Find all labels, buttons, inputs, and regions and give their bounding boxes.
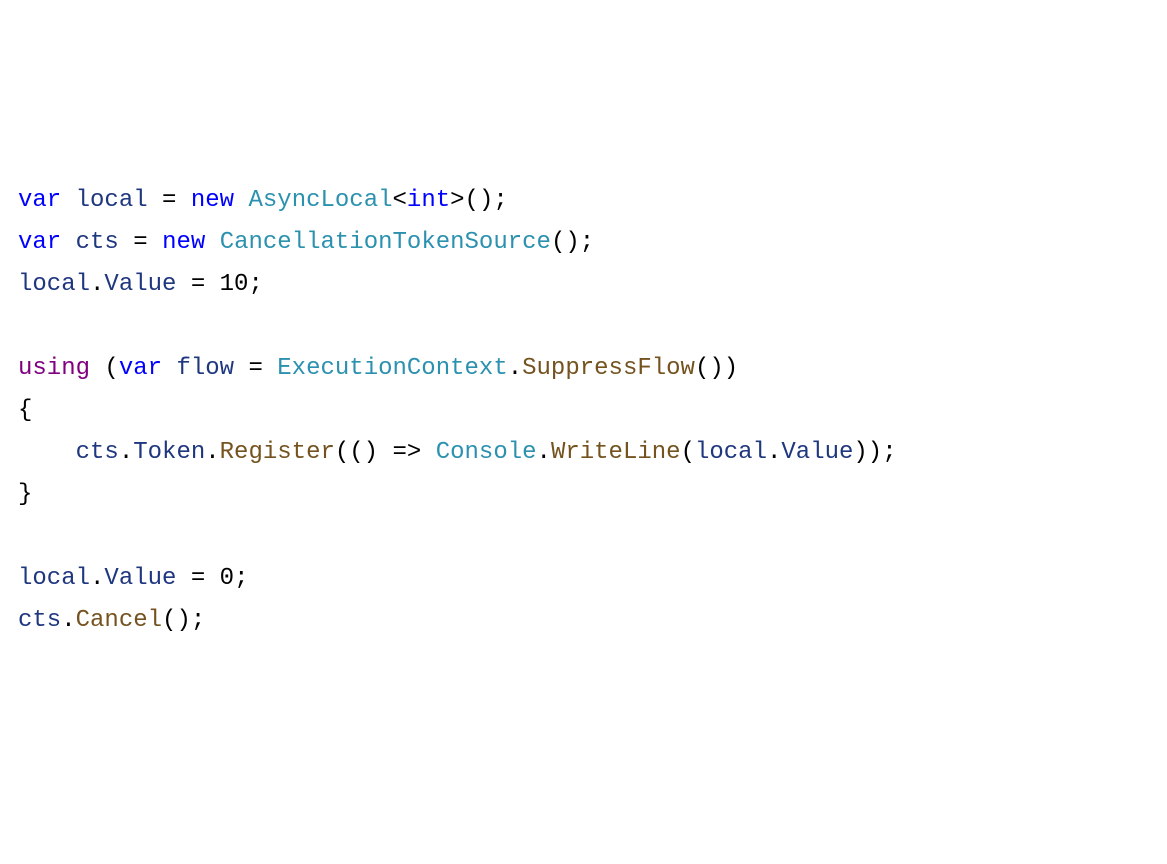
keyword-new: new xyxy=(162,229,205,256)
property-value: Value xyxy=(104,565,176,592)
indent xyxy=(18,439,76,466)
type-cancellationtokensource: CancellationTokenSource xyxy=(220,229,551,256)
semicolon: ; xyxy=(234,565,248,592)
method-writeline: WriteLine xyxy=(551,439,681,466)
keyword-int: int xyxy=(407,187,450,214)
angle-close: > xyxy=(450,187,464,214)
lparen: ( xyxy=(335,439,349,466)
semicolon: ; xyxy=(248,271,262,298)
brace-open: { xyxy=(18,397,32,424)
operator-equals: = xyxy=(176,271,219,298)
dot: . xyxy=(205,439,219,466)
property-token: Token xyxy=(133,439,205,466)
operator-equals: = xyxy=(176,565,219,592)
code-line-11: cts.Cancel(); xyxy=(18,607,205,634)
identifier-cts: cts xyxy=(76,229,119,256)
code-line-1: var local = new AsyncLocal<int>(); xyxy=(18,187,508,214)
keyword-var: var xyxy=(18,229,61,256)
lambda-arrow: => xyxy=(378,439,436,466)
keyword-var: var xyxy=(119,355,162,382)
identifier-flow: flow xyxy=(176,355,234,382)
code-line-2: var cts = new CancellationTokenSource(); xyxy=(18,229,594,256)
type-asynclocal: AsyncLocal xyxy=(248,187,392,214)
number-literal: 10 xyxy=(220,271,249,298)
dot: . xyxy=(767,439,781,466)
identifier-cts: cts xyxy=(18,607,61,634)
brace-close: } xyxy=(18,481,32,508)
identifier-local: local xyxy=(18,565,90,592)
dot: . xyxy=(61,607,75,634)
method-suppressflow: SuppressFlow xyxy=(522,355,695,382)
code-line-6: { xyxy=(18,397,32,424)
lambda-parens: () xyxy=(349,439,378,466)
type-console: Console xyxy=(436,439,537,466)
dot: . xyxy=(90,565,104,592)
identifier-local: local xyxy=(695,439,767,466)
identifier-local: local xyxy=(76,187,148,214)
number-literal: 0 xyxy=(220,565,234,592)
method-cancel: Cancel xyxy=(76,607,162,634)
identifier-cts: cts xyxy=(76,439,119,466)
property-value: Value xyxy=(104,271,176,298)
keyword-new: new xyxy=(191,187,234,214)
dot: . xyxy=(119,439,133,466)
operator-equals: = xyxy=(234,355,277,382)
code-line-3: local.Value = 10; xyxy=(18,271,263,298)
property-value: Value xyxy=(781,439,853,466)
lparen: ( xyxy=(681,439,695,466)
keyword-var: var xyxy=(18,187,61,214)
operator-equals: = xyxy=(162,187,176,214)
dot: . xyxy=(90,271,104,298)
identifier-local: local xyxy=(18,271,90,298)
code-line-10: local.Value = 0; xyxy=(18,565,248,592)
dot: . xyxy=(508,355,522,382)
code-line-8: } xyxy=(18,481,32,508)
method-register: Register xyxy=(220,439,335,466)
parens-semi: (); xyxy=(465,187,508,214)
type-executioncontext: ExecutionContext xyxy=(277,355,507,382)
code-snippet: var local = new AsyncLocal<int>(); var c… xyxy=(18,180,1149,642)
code-line-7: cts.Token.Register(() => Console.WriteLi… xyxy=(18,439,897,466)
parens: ()) xyxy=(695,355,738,382)
space-lparen: ( xyxy=(90,355,119,382)
rparen-semi: )); xyxy=(853,439,896,466)
angle-open: < xyxy=(393,187,407,214)
parens-semi: (); xyxy=(551,229,594,256)
keyword-using: using xyxy=(18,355,90,382)
code-line-5: using (var flow = ExecutionContext.Suppr… xyxy=(18,355,738,382)
dot: . xyxy=(537,439,551,466)
parens-semi: (); xyxy=(162,607,205,634)
operator-equals: = xyxy=(133,229,147,256)
